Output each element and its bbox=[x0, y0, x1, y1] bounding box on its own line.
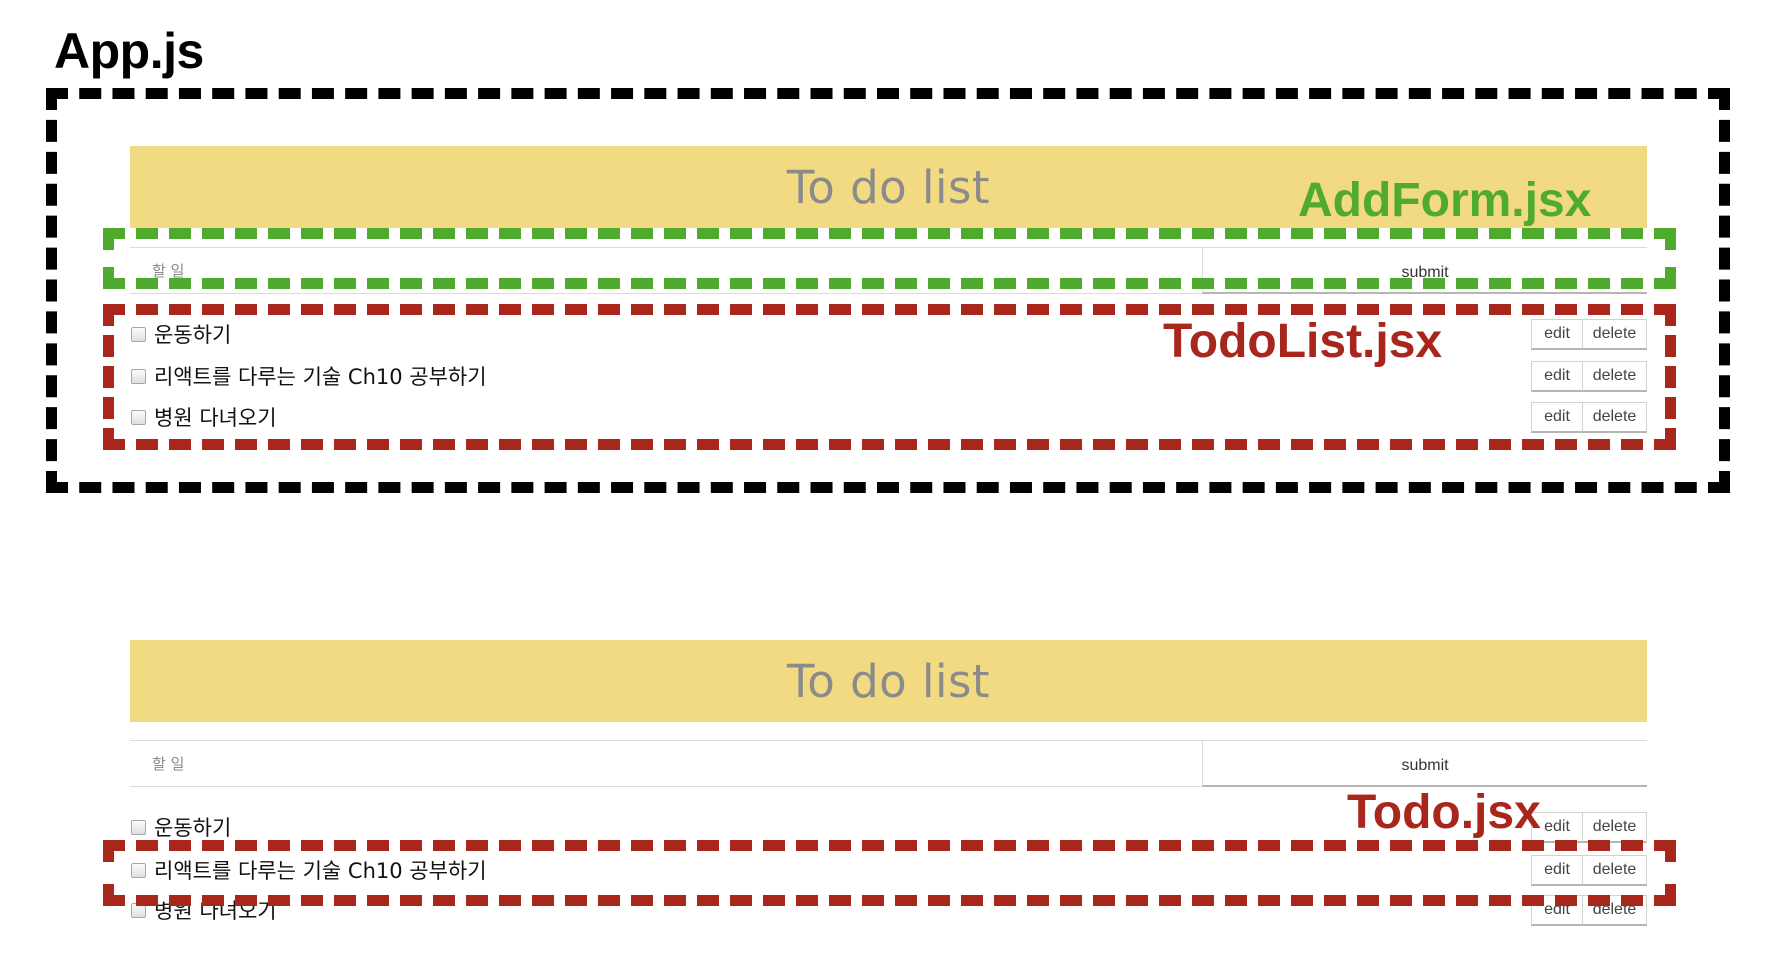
app-component-label: App.js bbox=[54, 23, 204, 79]
submit-button[interactable]: submit bbox=[1202, 247, 1647, 294]
app-title-banner: To do list bbox=[130, 640, 1647, 722]
todo-item: 리액트를 다루는 기술 Ch10 공부하기 edit delete bbox=[130, 853, 1647, 887]
edit-button[interactable]: edit bbox=[1531, 854, 1583, 886]
todo-actions: edit delete bbox=[1531, 894, 1647, 926]
todo-input[interactable] bbox=[130, 740, 1202, 787]
edit-button[interactable]: edit bbox=[1531, 894, 1583, 926]
add-form: submit bbox=[130, 247, 1647, 294]
app-title: To do list bbox=[786, 654, 991, 708]
todo-text: 운동하기 bbox=[154, 816, 232, 840]
delete-button[interactable]: delete bbox=[1583, 894, 1647, 926]
todo-text: 리액트를 다루는 기술 Ch10 공부하기 bbox=[154, 859, 487, 883]
todo-actions: edit delete bbox=[1531, 318, 1647, 350]
delete-button[interactable]: delete bbox=[1583, 401, 1647, 433]
todo-actions: edit delete bbox=[1531, 854, 1647, 886]
addform-component-label: AddForm.jsx bbox=[1298, 174, 1592, 227]
todo-checkbox[interactable] bbox=[131, 409, 146, 425]
app-title: To do list bbox=[786, 160, 991, 214]
todo-checkbox[interactable] bbox=[131, 819, 146, 835]
todo-item: 병원 다녀오기 edit delete bbox=[130, 400, 1647, 434]
todo-checkbox[interactable] bbox=[131, 862, 146, 878]
delete-button[interactable]: delete bbox=[1583, 811, 1647, 843]
todo-actions: edit delete bbox=[1531, 360, 1647, 392]
delete-button[interactable]: delete bbox=[1583, 360, 1647, 392]
edit-button[interactable]: edit bbox=[1531, 401, 1583, 433]
edit-button[interactable]: edit bbox=[1531, 360, 1583, 392]
submit-button[interactable]: submit bbox=[1202, 740, 1647, 787]
todo-checkbox[interactable] bbox=[131, 902, 146, 918]
todo-item: 병원 다녀오기 edit delete bbox=[130, 893, 1647, 927]
todo-text: 병원 다녀오기 bbox=[154, 406, 277, 430]
todo-actions: edit delete bbox=[1531, 401, 1647, 433]
todo-component-label: Todo.jsx bbox=[1347, 786, 1541, 839]
delete-button[interactable]: delete bbox=[1583, 318, 1647, 350]
edit-button[interactable]: edit bbox=[1531, 318, 1583, 350]
todo-input[interactable] bbox=[130, 247, 1202, 294]
todo-text: 병원 다녀오기 bbox=[154, 899, 277, 923]
todo-actions: edit delete bbox=[1531, 811, 1647, 843]
todolist-component-label: TodoList.jsx bbox=[1163, 315, 1443, 368]
todo-checkbox[interactable] bbox=[131, 368, 146, 384]
add-form: submit bbox=[130, 740, 1647, 787]
todo-checkbox[interactable] bbox=[131, 326, 146, 342]
delete-button[interactable]: delete bbox=[1583, 854, 1647, 886]
